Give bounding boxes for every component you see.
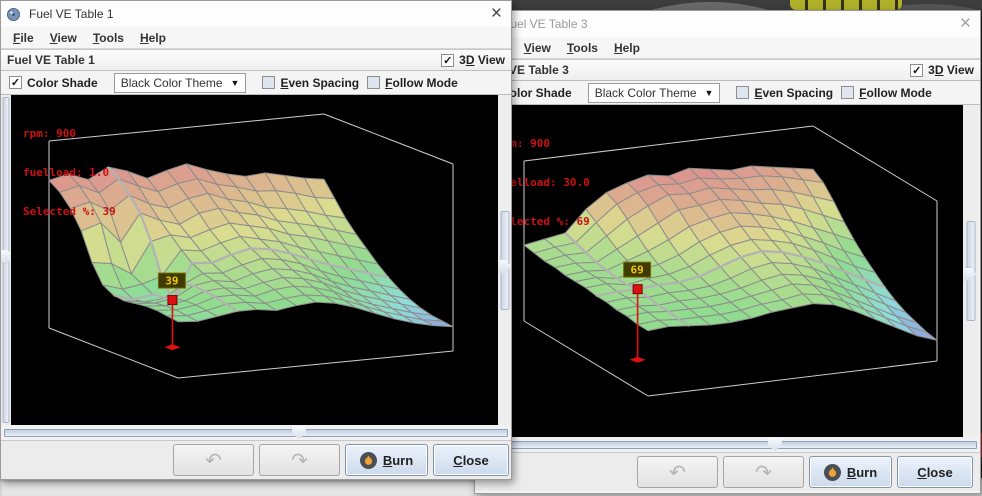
app-icon — [7, 8, 20, 21]
checkbox-unchecked-icon[interactable] — [736, 86, 749, 99]
menu-view[interactable]: View — [42, 31, 85, 45]
tilt-slider-right[interactable] — [963, 105, 978, 437]
slider-thumb[interactable] — [292, 426, 306, 439]
rotate-slider-left[interactable] — [1, 95, 11, 425]
redo-icon: ↷ — [755, 460, 772, 485]
burn-button[interactable]: Burn — [345, 444, 428, 476]
titlebar[interactable]: Fuel VE Table 3 × — [475, 11, 980, 37]
table-title: Fuel VE Table 1 — [7, 53, 95, 67]
window-title: Fuel VE Table 3 — [503, 17, 588, 31]
rotate-slider-bottom[interactable] — [475, 437, 980, 452]
tilt-slider-right[interactable] — [498, 95, 511, 425]
checkbox-unchecked-icon[interactable] — [841, 86, 854, 99]
menu-help[interactable]: Help — [606, 41, 648, 55]
redo-icon: ↷ — [291, 448, 308, 473]
undo-icon: ↶ — [669, 460, 686, 485]
menu-view[interactable]: View — [516, 41, 559, 55]
redo-button[interactable]: ↷ — [259, 444, 340, 476]
table-header: Fuel VE Table 1 ✓ 3D View — [1, 49, 511, 71]
window-fuel-ve-table-1: Fuel VE Table 1 × File View Tools Help F… — [0, 0, 512, 480]
close-button[interactable]: Close — [897, 456, 973, 488]
slider-thumb[interactable] — [768, 438, 782, 451]
window-fuel-ve-table-3: Fuel VE Table 3 × File View Tools Help F… — [474, 10, 981, 494]
checkbox-unchecked-icon[interactable] — [367, 76, 380, 89]
rotate-slider-bottom[interactable] — [1, 425, 511, 440]
follow-mode-toggle[interactable]: Follow Mode — [367, 76, 458, 90]
close-button[interactable]: Close — [433, 444, 509, 476]
plot-toolbar: ✓ Color Shade Black Color Theme ▼ Even S… — [475, 81, 980, 105]
checkbox-checked-icon[interactable]: ✓ — [441, 54, 454, 67]
undo-button[interactable]: ↶ — [637, 456, 718, 488]
svg-text:69: 69 — [630, 264, 643, 277]
plot-row: 69 rpm: 900 fuelload: 30.0 Selected %: 6… — [475, 105, 980, 437]
cursor-readout: rpm: 900 fuelload: 1.0 Selected %: 39 — [23, 101, 116, 244]
undo-icon: ↶ — [205, 448, 222, 473]
color-shade-toggle[interactable]: ✓ Color Shade — [9, 76, 98, 90]
flame-icon — [824, 464, 841, 481]
menu-file[interactable]: File — [5, 31, 42, 45]
checkbox-checked-icon[interactable]: ✓ — [9, 76, 22, 89]
color-theme-select[interactable]: Black Color Theme ▼ — [114, 73, 247, 93]
surface-3d-canvas[interactable]: 39 rpm: 900 fuelload: 1.0 Selected %: 39 — [11, 95, 498, 425]
color-theme-select[interactable]: Black Color Theme ▼ — [588, 83, 721, 103]
menubar: File View Tools Help — [1, 27, 511, 49]
table-header: Fuel VE Table 3 ✓ 3D View — [475, 59, 980, 81]
button-bar: ↶ ↷ Burn Close — [475, 452, 980, 491]
gauge-yellow-band — [790, 0, 902, 10]
plot-toolbar: ✓ Color Shade Black Color Theme ▼ Even S… — [1, 71, 511, 95]
titlebar[interactable]: Fuel VE Table 1 × — [1, 1, 511, 27]
button-bar: ↶ ↷ Burn Close — [1, 440, 511, 479]
menu-tools[interactable]: Tools — [559, 41, 606, 55]
checkbox-checked-icon[interactable]: ✓ — [910, 64, 923, 77]
close-icon[interactable]: × — [491, 2, 502, 26]
menu-help[interactable]: Help — [132, 31, 174, 45]
view3d-toggle[interactable]: ✓ 3D View — [910, 63, 974, 77]
undo-button[interactable]: ↶ — [173, 444, 254, 476]
view3d-toggle[interactable]: ✓ 3D View — [441, 53, 505, 67]
checkbox-unchecked-icon[interactable] — [262, 76, 275, 89]
surface-3d-canvas[interactable]: 69 rpm: 900 fuelload: 30.0 Selected %: 6… — [485, 105, 963, 437]
menu-tools[interactable]: Tools — [85, 31, 132, 45]
slider-thumb[interactable] — [499, 260, 511, 273]
plot-row: 39 rpm: 900 fuelload: 1.0 Selected %: 39 — [1, 95, 511, 425]
burn-button[interactable]: Burn — [809, 456, 892, 488]
close-icon[interactable]: × — [960, 12, 971, 36]
follow-mode-toggle[interactable]: Follow Mode — [841, 86, 932, 100]
redo-button[interactable]: ↷ — [723, 456, 804, 488]
chevron-down-icon: ▼ — [705, 88, 714, 98]
even-spacing-toggle[interactable]: Even Spacing — [736, 86, 833, 100]
svg-text:39: 39 — [165, 275, 178, 288]
even-spacing-toggle[interactable]: Even Spacing — [262, 76, 359, 90]
window-title: Fuel VE Table 1 — [29, 7, 114, 21]
menubar: File View Tools Help — [475, 37, 980, 59]
flame-icon — [360, 452, 377, 469]
chevron-down-icon: ▼ — [231, 78, 240, 88]
